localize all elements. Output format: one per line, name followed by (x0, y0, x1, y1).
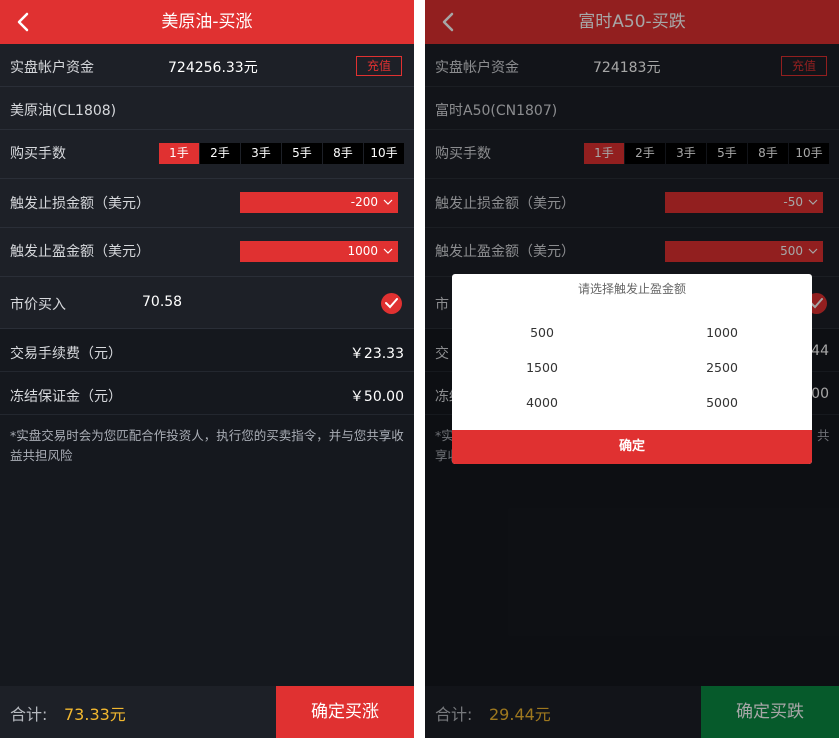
lot-option-8[interactable]: 8手 (323, 143, 363, 164)
stop-loss-value: -200 (350, 195, 378, 209)
stop-loss-row: 触发止损金额（美元） -200 (0, 179, 414, 228)
dialog-option-500[interactable]: 500 (452, 325, 632, 340)
margin-row: 冻结保证金（元） ￥50.00 (0, 372, 414, 415)
footer-bar: 合计: 73.33元 确定买涨 (0, 686, 414, 738)
dialog-option-2500[interactable]: 2500 (632, 360, 812, 375)
dialog-option-4000[interactable]: 4000 (452, 395, 632, 410)
account-row: 实盘帐户资金 724256.33元 充值 (0, 44, 414, 87)
product-row: 美原油(CL1808) (0, 87, 414, 130)
fee-label: 交易手续费（元） (10, 346, 122, 362)
lots-label: 购买手数 (10, 146, 66, 162)
margin-value: ￥50.00 (349, 389, 404, 405)
take-profit-value: 1000 (347, 244, 378, 258)
right-screen: 富时A50-买跌 实盘帐户资金 724183元 充值 富时A50(CN1807)… (425, 0, 839, 738)
lot-option-3[interactable]: 3手 (241, 143, 281, 164)
market-buy-label: 市价买入 (10, 297, 66, 313)
account-value: 724256.33元 (168, 60, 258, 76)
check-icon (385, 298, 398, 309)
chevron-down-icon (383, 199, 393, 205)
lot-option-1[interactable]: 1手 (159, 143, 199, 164)
total-label: 合计: (10, 705, 48, 724)
dialog-option-1500[interactable]: 1500 (452, 360, 632, 375)
total-value: 73.33元 (64, 705, 126, 724)
fee-value: ￥23.33 (349, 346, 404, 362)
take-profit-row: 触发止盈金额（美元） 1000 (0, 228, 414, 277)
margin-label: 冻结保证金（元） (10, 389, 122, 405)
take-profit-dialog: 请选择触发止盈金额 500 1000 1500 2500 4000 5000 确… (452, 274, 812, 464)
market-buy-row[interactable]: 市价买入 70.58 (0, 277, 414, 329)
recharge-button[interactable]: 充值 (356, 56, 402, 76)
take-profit-label: 触发止盈金额（美元） (10, 244, 150, 260)
account-label: 实盘帐户资金 (10, 60, 94, 76)
stop-loss-label: 触发止损金额（美元） (10, 196, 150, 212)
dialog-option-5000[interactable]: 5000 (632, 395, 812, 410)
dialog-option-1000[interactable]: 1000 (632, 325, 812, 340)
market-price: 70.58 (142, 294, 183, 310)
fee-row: 交易手续费（元） ￥23.33 (0, 329, 414, 372)
risk-notice: *实盘交易时会为您匹配合作投资人，执行您的买卖指令，并与您共享收益共担风险 (10, 428, 404, 463)
market-buy-checkbox[interactable] (381, 293, 402, 314)
page-title: 美原油-买涨 (161, 12, 253, 32)
product-name: 美原油(CL1808) (10, 103, 117, 119)
take-profit-select[interactable]: 1000 (240, 241, 398, 262)
confirm-buy-up-button[interactable]: 确定买涨 (276, 686, 414, 738)
dialog-confirm-button[interactable]: 确定 (452, 430, 812, 464)
lots-row: 购买手数 1手 2手 3手 5手 8手 10手 (0, 130, 414, 179)
dialog-title: 请选择触发止盈金额 (577, 282, 686, 296)
lot-option-10[interactable]: 10手 (364, 143, 404, 164)
lot-option-5[interactable]: 5手 (282, 143, 322, 164)
header: 美原油-买涨 (0, 0, 414, 44)
left-screen: 美原油-买涨 实盘帐户资金 724256.33元 充值 美原油(CL1808) … (0, 0, 414, 738)
lots-selector: 1手 2手 3手 5手 8手 10手 (158, 143, 404, 164)
lot-option-2[interactable]: 2手 (200, 143, 240, 164)
chevron-down-icon (383, 248, 393, 254)
stop-loss-select[interactable]: -200 (240, 192, 398, 213)
